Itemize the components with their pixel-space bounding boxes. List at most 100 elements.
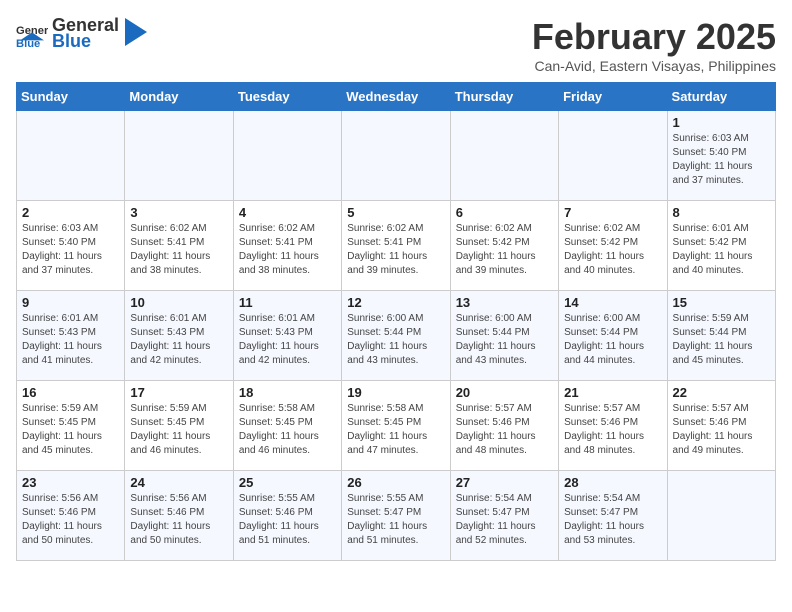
day-info: Sunrise: 5:56 AM Sunset: 5:46 PM Dayligh… [22, 492, 119, 548]
weekday-header: Monday [125, 83, 233, 111]
day-info: Sunrise: 6:01 AM Sunset: 5:43 PM Dayligh… [130, 312, 227, 368]
day-number: 4 [239, 205, 336, 220]
weekday-header: Sunday [17, 83, 125, 111]
day-info: Sunrise: 5:57 AM Sunset: 5:46 PM Dayligh… [564, 402, 661, 458]
day-number: 23 [22, 475, 119, 490]
calendar-cell [667, 471, 775, 561]
day-number: 26 [347, 475, 444, 490]
day-info: Sunrise: 5:57 AM Sunset: 5:46 PM Dayligh… [673, 402, 770, 458]
calendar-cell [125, 111, 233, 201]
calendar-cell: 19Sunrise: 5:58 AM Sunset: 5:45 PM Dayli… [342, 381, 450, 471]
calendar-cell: 17Sunrise: 5:59 AM Sunset: 5:45 PM Dayli… [125, 381, 233, 471]
day-number: 19 [347, 385, 444, 400]
weekday-header: Wednesday [342, 83, 450, 111]
logo-triangle-icon [125, 18, 147, 46]
day-info: Sunrise: 5:54 AM Sunset: 5:47 PM Dayligh… [456, 492, 553, 548]
day-number: 12 [347, 295, 444, 310]
calendar-week-row: 23 Sunrise: 5:56 AM Sunset: 5:46 PM Dayli… [17, 471, 776, 561]
weekday-header: Thursday [450, 83, 558, 111]
weekday-header: Tuesday [233, 83, 341, 111]
day-number: 24 [130, 475, 227, 490]
calendar-cell: 24 Sunrise: 5:56 AM Sunset: 5:46 PM Dayli… [125, 471, 233, 561]
day-info: Sunrise: 5:54 AM Sunset: 5:47 PM Dayligh… [564, 492, 661, 548]
weekday-header: Saturday [667, 83, 775, 111]
day-number: 9 [22, 295, 119, 310]
day-number: 5 [347, 205, 444, 220]
day-info: Sunrise: 5:59 AM Sunset: 5:45 PM Dayligh… [22, 402, 119, 458]
day-info: Sunrise: 5:56 AM Sunset: 5:46 PM Dayligh… [130, 492, 227, 548]
calendar-cell: 20Sunrise: 5:57 AM Sunset: 5:46 PM Dayli… [450, 381, 558, 471]
day-number: 13 [456, 295, 553, 310]
day-number: 20 [456, 385, 553, 400]
calendar-cell: 27 Sunrise: 5:54 AM Sunset: 5:47 PM Dayli… [450, 471, 558, 561]
calendar-cell: 16Sunrise: 5:59 AM Sunset: 5:45 PM Dayli… [17, 381, 125, 471]
calendar-cell: 25 Sunrise: 5:55 AM Sunset: 5:46 PM Dayli… [233, 471, 341, 561]
day-number: 3 [130, 205, 227, 220]
calendar-cell: 13 Sunrise: 6:00 AM Sunset: 5:44 PM Dayli… [450, 291, 558, 381]
calendar-cell: 6Sunrise: 6:02 AM Sunset: 5:42 PM Daylig… [450, 201, 558, 291]
day-info: Sunrise: 6:01 AM Sunset: 5:42 PM Dayligh… [673, 222, 770, 278]
calendar-cell: 4 Sunrise: 6:02 AM Sunset: 5:41 PM Daylig… [233, 201, 341, 291]
day-number: 2 [22, 205, 119, 220]
day-info: Sunrise: 6:00 AM Sunset: 5:44 PM Dayligh… [347, 312, 444, 368]
calendar-cell: 5Sunrise: 6:02 AM Sunset: 5:41 PM Daylig… [342, 201, 450, 291]
day-info: Sunrise: 5:59 AM Sunset: 5:45 PM Dayligh… [130, 402, 227, 458]
calendar-cell [342, 111, 450, 201]
day-info: Sunrise: 6:03 AM Sunset: 5:40 PM Dayligh… [673, 132, 770, 188]
day-number: 25 [239, 475, 336, 490]
day-info: Sunrise: 6:00 AM Sunset: 5:44 PM Dayligh… [564, 312, 661, 368]
day-info: Sunrise: 6:01 AM Sunset: 5:43 PM Dayligh… [239, 312, 336, 368]
logo-blue-text: Blue [52, 32, 119, 52]
day-number: 6 [456, 205, 553, 220]
day-info: Sunrise: 6:02 AM Sunset: 5:41 PM Dayligh… [130, 222, 227, 278]
calendar-cell: 2 Sunrise: 6:03 AM Sunset: 5:40 PM Daylig… [17, 201, 125, 291]
day-number: 14 [564, 295, 661, 310]
day-info: Sunrise: 6:00 AM Sunset: 5:44 PM Dayligh… [456, 312, 553, 368]
calendar-cell: 8Sunrise: 6:01 AM Sunset: 5:42 PM Daylig… [667, 201, 775, 291]
logo: General Blue General Blue [16, 16, 147, 52]
day-number: 11 [239, 295, 336, 310]
logo-icon: General Blue [16, 18, 48, 50]
calendar-cell: 1 Sunrise: 6:03 AM Sunset: 5:40 PM Daylig… [667, 111, 775, 201]
calendar-cell [559, 111, 667, 201]
weekday-header-row: SundayMondayTuesdayWednesdayThursdayFrid… [17, 83, 776, 111]
day-info: Sunrise: 5:58 AM Sunset: 5:45 PM Dayligh… [239, 402, 336, 458]
weekday-header: Friday [559, 83, 667, 111]
calendar-cell: 14 Sunrise: 6:00 AM Sunset: 5:44 PM Dayli… [559, 291, 667, 381]
calendar-cell [450, 111, 558, 201]
calendar-cell: 9 Sunrise: 6:01 AM Sunset: 5:43 PM Daylig… [17, 291, 125, 381]
title-block: February 2025 Can-Avid, Eastern Visayas,… [532, 16, 776, 74]
day-info: Sunrise: 6:02 AM Sunset: 5:42 PM Dayligh… [564, 222, 661, 278]
day-number: 18 [239, 385, 336, 400]
calendar-week-row: 2 Sunrise: 6:03 AM Sunset: 5:40 PM Daylig… [17, 201, 776, 291]
day-number: 21 [564, 385, 661, 400]
calendar-cell: 21 Sunrise: 5:57 AM Sunset: 5:46 PM Dayli… [559, 381, 667, 471]
calendar-cell: 15 Sunrise: 5:59 AM Sunset: 5:44 PM Dayli… [667, 291, 775, 381]
day-info: Sunrise: 5:55 AM Sunset: 5:46 PM Dayligh… [239, 492, 336, 548]
day-info: Sunrise: 6:03 AM Sunset: 5:40 PM Dayligh… [22, 222, 119, 278]
calendar-cell: 26 Sunrise: 5:55 AM Sunset: 5:47 PM Dayli… [342, 471, 450, 561]
day-number: 1 [673, 115, 770, 130]
day-info: Sunrise: 5:55 AM Sunset: 5:47 PM Dayligh… [347, 492, 444, 548]
calendar-week-row: 1 Sunrise: 6:03 AM Sunset: 5:40 PM Daylig… [17, 111, 776, 201]
day-info: Sunrise: 6:02 AM Sunset: 5:41 PM Dayligh… [239, 222, 336, 278]
calendar-cell: 28 Sunrise: 5:54 AM Sunset: 5:47 PM Dayli… [559, 471, 667, 561]
calendar-cell [17, 111, 125, 201]
day-number: 15 [673, 295, 770, 310]
calendar-week-row: 16Sunrise: 5:59 AM Sunset: 5:45 PM Dayli… [17, 381, 776, 471]
day-number: 28 [564, 475, 661, 490]
calendar-cell: 12 Sunrise: 6:00 AM Sunset: 5:44 PM Dayli… [342, 291, 450, 381]
day-info: Sunrise: 5:59 AM Sunset: 5:44 PM Dayligh… [673, 312, 770, 368]
svg-text:Blue: Blue [16, 38, 40, 50]
calendar-cell: 18 Sunrise: 5:58 AM Sunset: 5:45 PM Dayli… [233, 381, 341, 471]
calendar-cell: 23 Sunrise: 5:56 AM Sunset: 5:46 PM Dayli… [17, 471, 125, 561]
day-info: Sunrise: 6:01 AM Sunset: 5:43 PM Dayligh… [22, 312, 119, 368]
calendar-cell: 7 Sunrise: 6:02 AM Sunset: 5:42 PM Daylig… [559, 201, 667, 291]
day-number: 22 [673, 385, 770, 400]
page-header: General Blue General Blue February 2025 … [16, 16, 776, 74]
calendar-cell [233, 111, 341, 201]
calendar-table: SundayMondayTuesdayWednesdayThursdayFrid… [16, 82, 776, 561]
day-number: 27 [456, 475, 553, 490]
day-number: 7 [564, 205, 661, 220]
calendar-cell: 11 Sunrise: 6:01 AM Sunset: 5:43 PM Dayli… [233, 291, 341, 381]
